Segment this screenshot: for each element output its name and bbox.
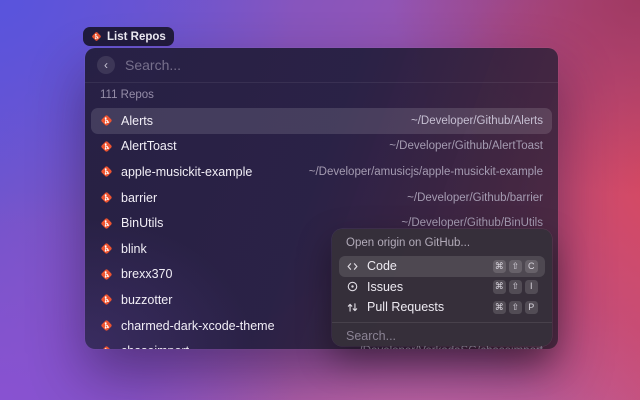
shift-key: ⇧ [509, 280, 523, 294]
badge-label: List Repos [107, 31, 166, 43]
repo-path: ~/Developer/Github/barrier [407, 192, 543, 204]
git-repo-icon [91, 31, 102, 42]
repo-row-alerttoast[interactable]: AlertToast ~/Developer/Github/AlertToast [91, 134, 552, 160]
menu-item-issues[interactable]: Issues ⌘ ⇧ I [339, 277, 545, 298]
cmd-key: ⌘ [493, 280, 507, 294]
menu-item-label: Pull Requests [367, 300, 485, 314]
letter-key: P [525, 301, 539, 315]
shift-key: ⇧ [509, 260, 523, 274]
list-repos-badge: List Repos [83, 27, 174, 46]
git-repo-icon [100, 114, 113, 127]
code-icon [346, 260, 359, 273]
menu-search-input[interactable] [332, 323, 552, 343]
cmd-key: ⌘ [493, 301, 507, 315]
menu-item-label: Code [367, 259, 485, 273]
pull-request-icon [346, 301, 359, 314]
context-menu-items: Code ⌘ ⇧ C Issues ⌘ ⇧ I Pull Requests [332, 254, 552, 322]
git-repo-icon [100, 191, 113, 204]
git-repo-icon [100, 268, 113, 281]
repo-name: Alerts [121, 114, 403, 128]
shortcut-keys: ⌘ ⇧ C [493, 260, 539, 274]
search-input[interactable] [125, 57, 546, 73]
git-repo-icon [100, 293, 113, 306]
search-divider [85, 82, 558, 83]
repo-name: apple-musickit-example [121, 165, 301, 179]
menu-item-code[interactable]: Code ⌘ ⇧ C [339, 256, 545, 277]
menu-item-pull-requests[interactable]: Pull Requests ⌘ ⇧ P [339, 297, 545, 318]
repo-name: AlertToast [121, 139, 381, 153]
git-repo-icon [100, 140, 113, 153]
repo-path: ~/Developer/Github/BinUtils [401, 217, 543, 229]
shift-key: ⇧ [509, 301, 523, 315]
repo-path: ~/Developer/Github/AlertToast [389, 140, 543, 152]
repo-name: barrier [121, 191, 399, 205]
back-button[interactable]: ‹ [97, 56, 115, 74]
git-repo-icon [100, 242, 113, 255]
git-repo-icon [100, 217, 113, 230]
context-menu-header: Open origin on GitHub... [332, 229, 552, 254]
git-repo-icon [100, 165, 113, 178]
repo-row-barrier[interactable]: barrier ~/Developer/Github/barrier [91, 185, 552, 211]
cmd-key: ⌘ [493, 260, 507, 274]
git-repo-icon [100, 319, 113, 332]
repo-name: chaseimport [121, 344, 345, 349]
menu-item-label: Issues [367, 280, 485, 294]
chevron-left-icon: ‹ [104, 59, 108, 71]
repo-path: ~/Developer/amusicjs/apple-musickit-exam… [309, 166, 543, 178]
search-bar: ‹ [85, 48, 558, 82]
letter-key: C [525, 260, 539, 274]
git-repo-icon [100, 345, 113, 349]
context-menu: Open origin on GitHub... Code ⌘ ⇧ C Issu… [332, 229, 552, 346]
letter-key: I [525, 280, 539, 294]
repo-row-apple-musickit-example[interactable]: apple-musickit-example ~/Developer/amusi… [91, 159, 552, 185]
issue-icon [346, 280, 359, 293]
repo-row-alerts[interactable]: Alerts ~/Developer/Github/Alerts [91, 108, 552, 134]
section-header: 111 Repos [100, 89, 154, 103]
shortcut-keys: ⌘ ⇧ I [493, 280, 539, 294]
shortcut-keys: ⌘ ⇧ P [493, 301, 539, 315]
repo-path: ~/Developer/Github/Alerts [411, 115, 543, 127]
